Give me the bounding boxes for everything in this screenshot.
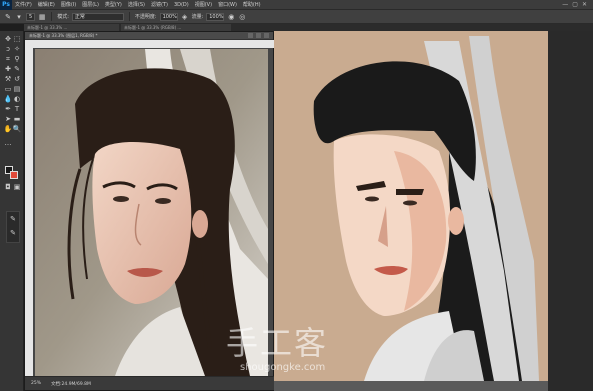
background-color-swatch[interactable]: [10, 171, 18, 179]
menu-view[interactable]: 视图(V): [192, 1, 215, 8]
shape-tool-icon[interactable]: ▬: [13, 115, 21, 123]
pressure-opacity-icon[interactable]: ◈: [181, 13, 189, 21]
divider: [51, 12, 53, 21]
lasso-tool-icon[interactable]: ↄ: [4, 45, 12, 53]
flow-label: 流量:: [191, 14, 204, 20]
type-tool-icon[interactable]: T: [13, 105, 21, 113]
eraser-tool-icon[interactable]: ▭: [4, 85, 12, 93]
tab-document-1[interactable]: 未标题-1 @ 33.3% ...: [24, 24, 119, 31]
opacity-label: 不透明度:: [134, 14, 157, 20]
collapsed-panel: ✎ ✎: [6, 211, 20, 243]
menu-filter[interactable]: 滤镜(T): [148, 1, 171, 8]
clone-stamp-tool-icon[interactable]: ⚒: [4, 75, 12, 83]
edit-toolbar-icon[interactable]: …: [4, 139, 12, 147]
screen-mode-icon[interactable]: ▣: [13, 183, 21, 191]
menu-layer[interactable]: 图层(L): [79, 1, 102, 8]
maximize-button[interactable]: ▢: [572, 1, 578, 8]
menu-type[interactable]: 类型(Y): [102, 1, 125, 8]
mode-label: 模式:: [57, 14, 69, 20]
brush-size-field[interactable]: 5: [26, 12, 36, 21]
quick-select-tool-icon[interactable]: ✧: [13, 45, 21, 53]
brush-tool-icon[interactable]: ✎: [4, 13, 12, 21]
menu-window[interactable]: 窗口(W): [215, 1, 240, 8]
zoom-level[interactable]: 25%: [31, 381, 41, 386]
status-bar: 25% 文档:24.9M/69.8M: [25, 376, 274, 390]
photoshop-logo: Ps: [0, 0, 12, 10]
menu-file[interactable]: 文件(F): [12, 1, 35, 8]
mode-select[interactable]: 正常: [71, 12, 124, 21]
horizontal-ruler[interactable]: [33, 40, 274, 48]
menu-edit[interactable]: 编辑(E): [35, 1, 58, 8]
document-tabs: 未标题-1 @ 33.3% ... 未标题-1 @ 33.3% (RGB/8) …: [24, 24, 593, 31]
move-tool-icon[interactable]: ✥: [4, 35, 12, 43]
tab-document-2[interactable]: 未标题-1 @ 33.3% (RGB/8) ...: [121, 24, 231, 31]
crop-tool-icon[interactable]: ⌗: [4, 55, 12, 63]
document-window: 未标题-1 @ 33.3% (图层1, RGB/8) * 25% 文档:24.9…: [24, 31, 274, 391]
opacity-field[interactable]: 100%: [159, 12, 178, 21]
quick-mask-icon[interactable]: ◘: [4, 183, 12, 191]
document-size[interactable]: 文档:24.9M/69.8M: [51, 381, 91, 387]
minimize-button[interactable]: —: [562, 1, 568, 8]
path-select-tool-icon[interactable]: ➤: [4, 115, 12, 123]
brush-preset-icon[interactable]: ✎: [9, 215, 17, 223]
document-title-bar: 未标题-1 @ 33.3% (图层1, RGB/8) *: [25, 32, 273, 40]
photo-canvas[interactable]: [35, 49, 268, 376]
tools-panel: ✥ ⬚ ↄ ✧ ⌗ ⚲ ✚ ✎ ⚒ ↺ ▭ ▤ 💧 ◐ ✒ T ➤ ▬ ✋ 🔍 …: [0, 31, 24, 391]
doc-minimize-button[interactable]: [248, 33, 253, 38]
document-title: 未标题-1 @ 33.3% (图层1, RGB/8) *: [29, 32, 98, 38]
vertical-ruler[interactable]: [25, 40, 33, 377]
menu-help[interactable]: 帮助(H): [240, 1, 264, 8]
blur-tool-icon[interactable]: 💧: [4, 95, 13, 103]
pen-tool-icon[interactable]: ✒: [4, 105, 12, 113]
second-document-area: [274, 31, 593, 391]
zoom-tool-icon[interactable]: 🔍: [13, 125, 22, 133]
menu-bar: Ps 文件(F) 编辑(E) 图像(I) 图层(L) 类型(Y) 选择(S) 滤…: [0, 0, 593, 10]
history-brush-tool-icon[interactable]: ↺: [13, 75, 21, 83]
document-window-controls: [248, 33, 273, 38]
healing-brush-tool-icon[interactable]: ✚: [4, 65, 12, 73]
close-button[interactable]: ✕: [582, 1, 587, 8]
marquee-tool-icon[interactable]: ⬚: [13, 35, 21, 43]
menu-select[interactable]: 选择(S): [125, 1, 148, 8]
vector-illustration[interactable]: [274, 31, 593, 391]
pressure-size-icon[interactable]: ◎: [238, 13, 246, 21]
chevron-down-icon[interactable]: ▾: [15, 13, 23, 21]
window-controls: — ▢ ✕: [562, 1, 593, 8]
menu-image[interactable]: 图像(I): [58, 1, 79, 8]
brush-panel-icon[interactable]: ▦: [38, 13, 46, 21]
hand-tool-icon[interactable]: ✋: [4, 125, 13, 133]
clone-source-icon[interactable]: ✎: [9, 229, 17, 237]
divider: [128, 12, 130, 21]
flow-field[interactable]: 100%: [206, 12, 225, 21]
options-bar: ✎ ▾ 5 ▦ 模式: 正常 不透明度: 100% ◈ 流量: 100% ◉ ◎: [0, 10, 593, 24]
eyedropper-tool-icon[interactable]: ⚲: [13, 55, 21, 63]
gradient-tool-icon[interactable]: ▤: [13, 85, 21, 93]
brush-tool-icon[interactable]: ✎: [13, 65, 21, 73]
doc-close-button[interactable]: [264, 33, 269, 38]
doc-maximize-button[interactable]: [256, 33, 261, 38]
reference-photo: [35, 49, 268, 376]
airbrush-icon[interactable]: ◉: [227, 13, 235, 21]
dodge-tool-icon[interactable]: ◐: [13, 95, 21, 103]
menu-3d[interactable]: 3D(D): [171, 2, 192, 8]
